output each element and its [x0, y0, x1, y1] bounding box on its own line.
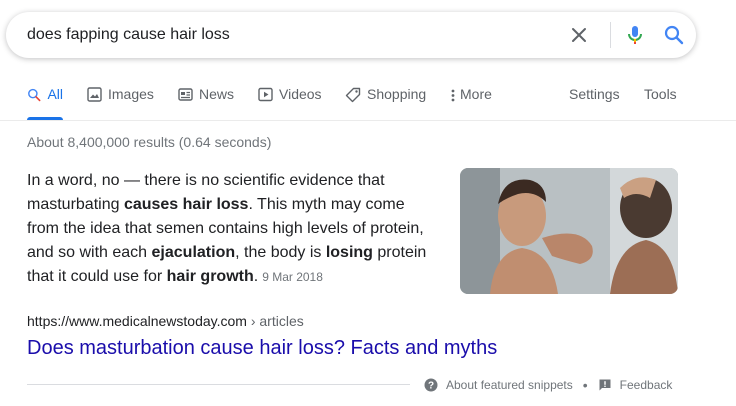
more-vert-icon [451, 89, 455, 102]
feedback-label: Feedback [619, 378, 673, 392]
search-box[interactable]: does fapping cause hair loss [6, 12, 696, 58]
tab-label: Images [108, 86, 154, 102]
clear-icon[interactable] [569, 25, 589, 45]
snippet-bold-part: hair growth [166, 268, 254, 285]
tab-label: More [460, 86, 492, 102]
about-featured-snippets-link[interactable]: ? About featured snippets [424, 378, 573, 392]
tab-label: Shopping [367, 86, 427, 102]
snippet-thumbnail[interactable] [460, 168, 678, 294]
tab-label: News [199, 86, 235, 102]
result-url[interactable]: https://www.medicalnewstoday.com › artic… [27, 313, 304, 329]
feedback-link[interactable]: Feedback [598, 378, 673, 392]
about-label: About featured snippets [446, 378, 573, 392]
settings-label: Settings [569, 86, 620, 102]
tools-label: Tools [644, 86, 677, 102]
snippet-text-part: , the body is [235, 244, 326, 261]
search-icon[interactable] [662, 23, 686, 47]
tab-news[interactable]: News [178, 86, 234, 120]
snippet-bold-part: ejaculation [151, 244, 236, 261]
feedback-icon [599, 379, 611, 391]
image-icon [87, 87, 102, 102]
svg-text:?: ? [428, 381, 434, 392]
tabs-divider [0, 120, 736, 121]
tab-images[interactable]: Images [87, 86, 154, 120]
settings-link[interactable]: Settings [569, 86, 620, 120]
tab-label: All [47, 86, 63, 102]
tab-label: Videos [279, 86, 322, 102]
url-text: https://www.medicalnewstoday.com [27, 313, 247, 329]
footer-separator: • [582, 377, 588, 393]
search-tabs: All Images News Videos Shopping More Set… [0, 86, 736, 120]
help-icon: ? [424, 378, 438, 392]
tab-all[interactable]: All [27, 86, 63, 120]
url-breadcrumb: › articles [246, 313, 304, 329]
search-divider [610, 22, 611, 48]
video-icon [258, 87, 273, 102]
search-input[interactable]: does fapping cause hair loss [27, 26, 230, 44]
tag-icon [345, 87, 361, 103]
snippet-divider [27, 384, 410, 385]
snippet-bold-part: losing [325, 244, 373, 261]
tab-more[interactable]: More [450, 86, 492, 120]
microphone-icon[interactable] [623, 23, 647, 47]
search-icon [28, 88, 41, 102]
news-icon [178, 88, 193, 101]
result-stats: About 8,400,000 results (0.64 seconds) [27, 134, 272, 150]
result-title-link[interactable]: Does masturbation cause hair loss? Facts… [27, 337, 497, 360]
tab-videos[interactable]: Videos [258, 86, 322, 120]
snippet-date: 9 Mar 2018 [262, 270, 323, 284]
tools-link[interactable]: Tools [644, 86, 677, 120]
tab-shopping[interactable]: Shopping [345, 86, 426, 120]
featured-snippet-text: In a word, no — there is no scientific e… [27, 169, 427, 289]
snippet-bold-part: causes hair loss [123, 196, 249, 213]
snippet-footer: ? About featured snippets • Feedback [424, 377, 672, 393]
snippet-text-part: . [253, 268, 259, 285]
